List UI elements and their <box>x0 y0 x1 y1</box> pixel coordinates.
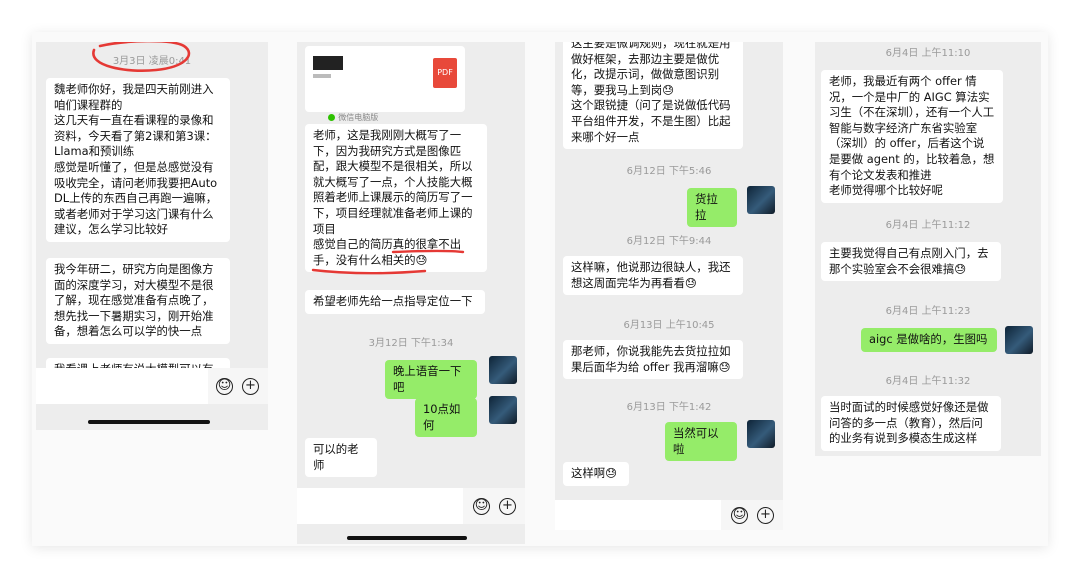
timestamp: 6月13日 下午1:42 <box>626 402 712 413</box>
avatar[interactable] <box>489 356 517 384</box>
outgoing-message: 当然可以啦 <box>665 422 737 462</box>
timestamp: 6月12日 下午5:46 <box>626 166 712 177</box>
timestamp: 6月4日 上午11:32 <box>885 376 971 387</box>
red-circle-annotation <box>92 42 191 72</box>
avatar[interactable] <box>489 396 517 424</box>
plus-icon[interactable]: + <box>242 378 259 395</box>
outgoing-message: aigc 是做啥的，生图吗 <box>861 328 997 352</box>
plus-icon[interactable]: + <box>499 498 516 515</box>
outgoing-message: 10点如何 <box>415 398 477 438</box>
incoming-message: 这样嘛，他说那边很缺人，我还想这周面完华为再看看😓 <box>563 256 743 296</box>
incoming-message: 老师，我最近有两个 offer 情况，一个是中厂的 AIGC 算法实习生（不在深… <box>821 70 1003 203</box>
home-indicator <box>88 420 210 424</box>
incoming-message: 希望老师先给一点指导定位一下 <box>305 290 485 314</box>
avatar[interactable] <box>747 420 775 448</box>
timestamp: 6月12日 下午9:44 <box>626 236 712 247</box>
timestamp: 6月4日 上午11:10 <box>885 48 971 59</box>
input-bar: ☺ + <box>555 500 783 530</box>
chat-panel-1: 3月3日 凌晨0:41 魏老师你好，我是四天前刚进入咱们课程群的 这几天有一直在… <box>36 42 268 430</box>
emoji-icon[interactable]: ☺ <box>216 378 233 395</box>
file-source-label: 微信电脑版 <box>338 112 379 122</box>
pdf-icon: PDF <box>433 58 457 88</box>
chat-panel-3: 这主要是微调规则，现在就是用做好框架，去那边主要是做优化，改提示词，做做意图识别… <box>555 42 783 530</box>
message-input[interactable] <box>36 368 208 404</box>
timestamp: 6月13日 上午10:45 <box>623 320 715 331</box>
incoming-message: 这样啊😓 <box>563 462 629 486</box>
incoming-message: 可以的老师 <box>305 438 377 478</box>
file-size <box>313 74 331 78</box>
home-indicator <box>347 536 467 540</box>
avatar[interactable] <box>747 186 775 214</box>
chat-panel-2: PDF 微信电脑版 老师，这是我刚刚大概写了一下，因为我研究方式是图像匹配，跟大… <box>297 42 525 544</box>
incoming-message: 当时面试的时候感觉好像还是做问答的多一点（教育），然后问的业务有说到多模态生成这… <box>821 396 1001 451</box>
chat-panel-4: 6月4日 上午11:10 老师，我最近有两个 offer 情况，一个是中厂的 A… <box>815 42 1041 456</box>
outgoing-message: 货拉拉 <box>687 188 737 228</box>
timestamp: 6月4日 上午11:12 <box>885 220 971 231</box>
file-message[interactable]: PDF 微信电脑版 <box>305 46 465 122</box>
timestamp: 6月4日 上午11:23 <box>885 306 971 317</box>
incoming-message: 主要我觉得自己有点刚入门，去那个实验室会不会很难搞😓 <box>821 242 1001 282</box>
wechat-icon <box>328 113 336 121</box>
message-input[interactable] <box>297 488 463 524</box>
incoming-message: 魏老师你好，我是四天前刚进入咱们课程群的 这几天有一直在看课程的录像和资料，今天… <box>46 78 230 242</box>
message-input[interactable] <box>555 500 721 530</box>
red-underline-annotation <box>311 249 465 275</box>
redacted-filename <box>313 56 343 70</box>
plus-icon[interactable]: + <box>757 507 774 524</box>
incoming-message: 这主要是微调规则，现在就是用做好框架，去那边主要是做优化，改提示词，做做意图识别… <box>563 42 743 150</box>
input-bar: ☺ + <box>297 488 525 524</box>
input-bar: ☺ + <box>36 368 268 404</box>
outgoing-message: 晚上语音一下吧 <box>385 360 477 400</box>
emoji-icon[interactable]: ☺ <box>731 507 748 524</box>
timestamp: 3月12日 下午1:34 <box>368 338 454 349</box>
emoji-icon[interactable]: ☺ <box>473 498 490 515</box>
incoming-message: 那老师，你说我能先去货拉拉如果后面华为给 offer 我再溜嘛😓 <box>563 340 743 380</box>
incoming-message: 我今年研二，研究方向是图像方面的深度学习，对大模型不是很了解，现在感觉准备有点晚… <box>46 258 230 344</box>
avatar[interactable] <box>1005 326 1033 354</box>
